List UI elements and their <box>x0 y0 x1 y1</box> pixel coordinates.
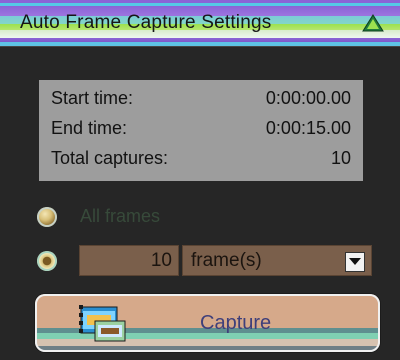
title-bar: Auto Frame Capture Settings <box>0 0 400 47</box>
end-time-row: End time: 0:00:15.00 <box>51 118 351 142</box>
capture-summary-box: Start time: 0:00:00.00 End time: 0:00:15… <box>39 80 363 181</box>
all-frames-radio[interactable] <box>37 207 57 227</box>
start-time-value: 0:00:00.00 <box>265 88 351 108</box>
all-frames-label: All frames <box>80 206 161 226</box>
frames-unit-dropdown[interactable]: frame(s) <box>182 245 372 276</box>
end-time-label: End time: <box>51 118 128 138</box>
auto-frame-capture-panel: Auto Frame Capture Settings Start time: … <box>0 0 400 360</box>
capture-button[interactable]: Capture <box>35 294 380 352</box>
frames-count-radio[interactable] <box>37 251 57 271</box>
collapse-up-icon[interactable] <box>362 13 384 33</box>
capture-button-label: Capture <box>200 312 272 334</box>
start-time-row: Start time: 0:00:00.00 <box>51 88 351 112</box>
total-captures-value: 10 <box>330 148 351 168</box>
film-capture-icon <box>77 303 129 345</box>
chevron-down-icon[interactable] <box>345 252 365 272</box>
frames-count-input[interactable]: 10 <box>79 245 179 276</box>
total-captures-label: Total captures: <box>51 148 169 168</box>
total-captures-row: Total captures: 10 <box>51 148 351 172</box>
end-time-value: 0:00:15.00 <box>265 118 351 138</box>
window-title: Auto Frame Capture Settings <box>20 12 272 33</box>
start-time-label: Start time: <box>51 88 134 108</box>
frames-unit-selected: frame(s) <box>191 250 262 271</box>
